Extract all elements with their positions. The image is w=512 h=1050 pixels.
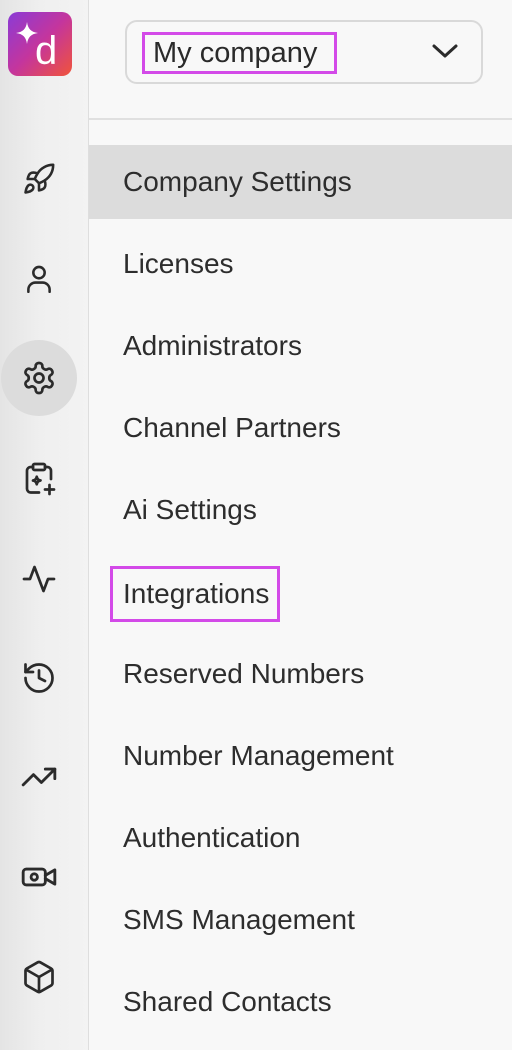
icon-rail: d [0,0,89,1050]
video-settings-icon [21,867,57,887]
menu-item-administrators[interactable]: Administrators [89,309,512,383]
menu-item-sms-management[interactable]: SMS Management [89,883,512,957]
rail-settings-button[interactable] [0,339,78,417]
rail-activity-button[interactable] [0,540,78,618]
menu-item-label: Company Settings [123,166,352,197]
menu-item-integrations[interactable]: Integrations [89,555,512,629]
menu-item-reserved-numbers[interactable]: Reserved Numbers [89,637,512,711]
menu-item-licenses[interactable]: Licenses [89,227,512,301]
company-selector[interactable]: My company [125,20,483,84]
menu-item-label: Administrators [123,330,302,361]
trending-up-icon [21,767,57,787]
rail-video-button[interactable] [0,838,78,916]
svg-text:d: d [35,29,57,73]
menu-item-company-settings[interactable]: Company Settings [89,145,512,219]
menu-item-number-management[interactable]: Number Management [89,719,512,793]
menu-item-label: Authentication [123,822,301,853]
menu-item-label: Ai Settings [123,494,257,525]
menu-item-ai-settings[interactable]: Ai Settings [89,473,512,547]
settings-panel: My company Company Settings Licenses Adm… [89,0,512,1050]
menu-item-channel-partners[interactable]: Channel Partners [89,391,512,465]
menu-item-label: Licenses [123,248,234,279]
menu-item-authentication[interactable]: Authentication [89,801,512,875]
menu-item-label: Channel Partners [123,412,341,443]
clipboard-sparkle-icon [25,462,56,496]
menu-item-label: Number Management [123,740,394,771]
rocket-icon [24,163,55,194]
app-logo[interactable]: d [8,12,72,76]
menu-item-label: SMS Management [123,904,355,935]
menu-item-label: Reserved Numbers [123,658,365,689]
gear-icon [24,361,54,395]
menu-item-label: Shared Contacts [123,986,332,1017]
chevron-down-icon [432,44,458,58]
menu-item-shared-contacts[interactable]: Shared Contacts [89,965,512,1039]
rail-user-button[interactable] [0,240,78,318]
rail-history-button[interactable] [0,639,78,717]
activity-icon [22,565,56,593]
company-name: My company [142,32,338,74]
divider [89,118,512,120]
rail-cube-button[interactable] [0,938,78,1016]
cube-icon [24,960,54,994]
user-icon [27,265,51,294]
rail-rocket-button[interactable] [0,140,78,218]
history-icon [24,663,54,693]
menu-item-label: Integrations [110,566,281,622]
logo-sparkle-icon: d [16,22,57,73]
rail-trending-button[interactable] [0,738,78,816]
rail-clipboard-button[interactable] [0,440,78,518]
